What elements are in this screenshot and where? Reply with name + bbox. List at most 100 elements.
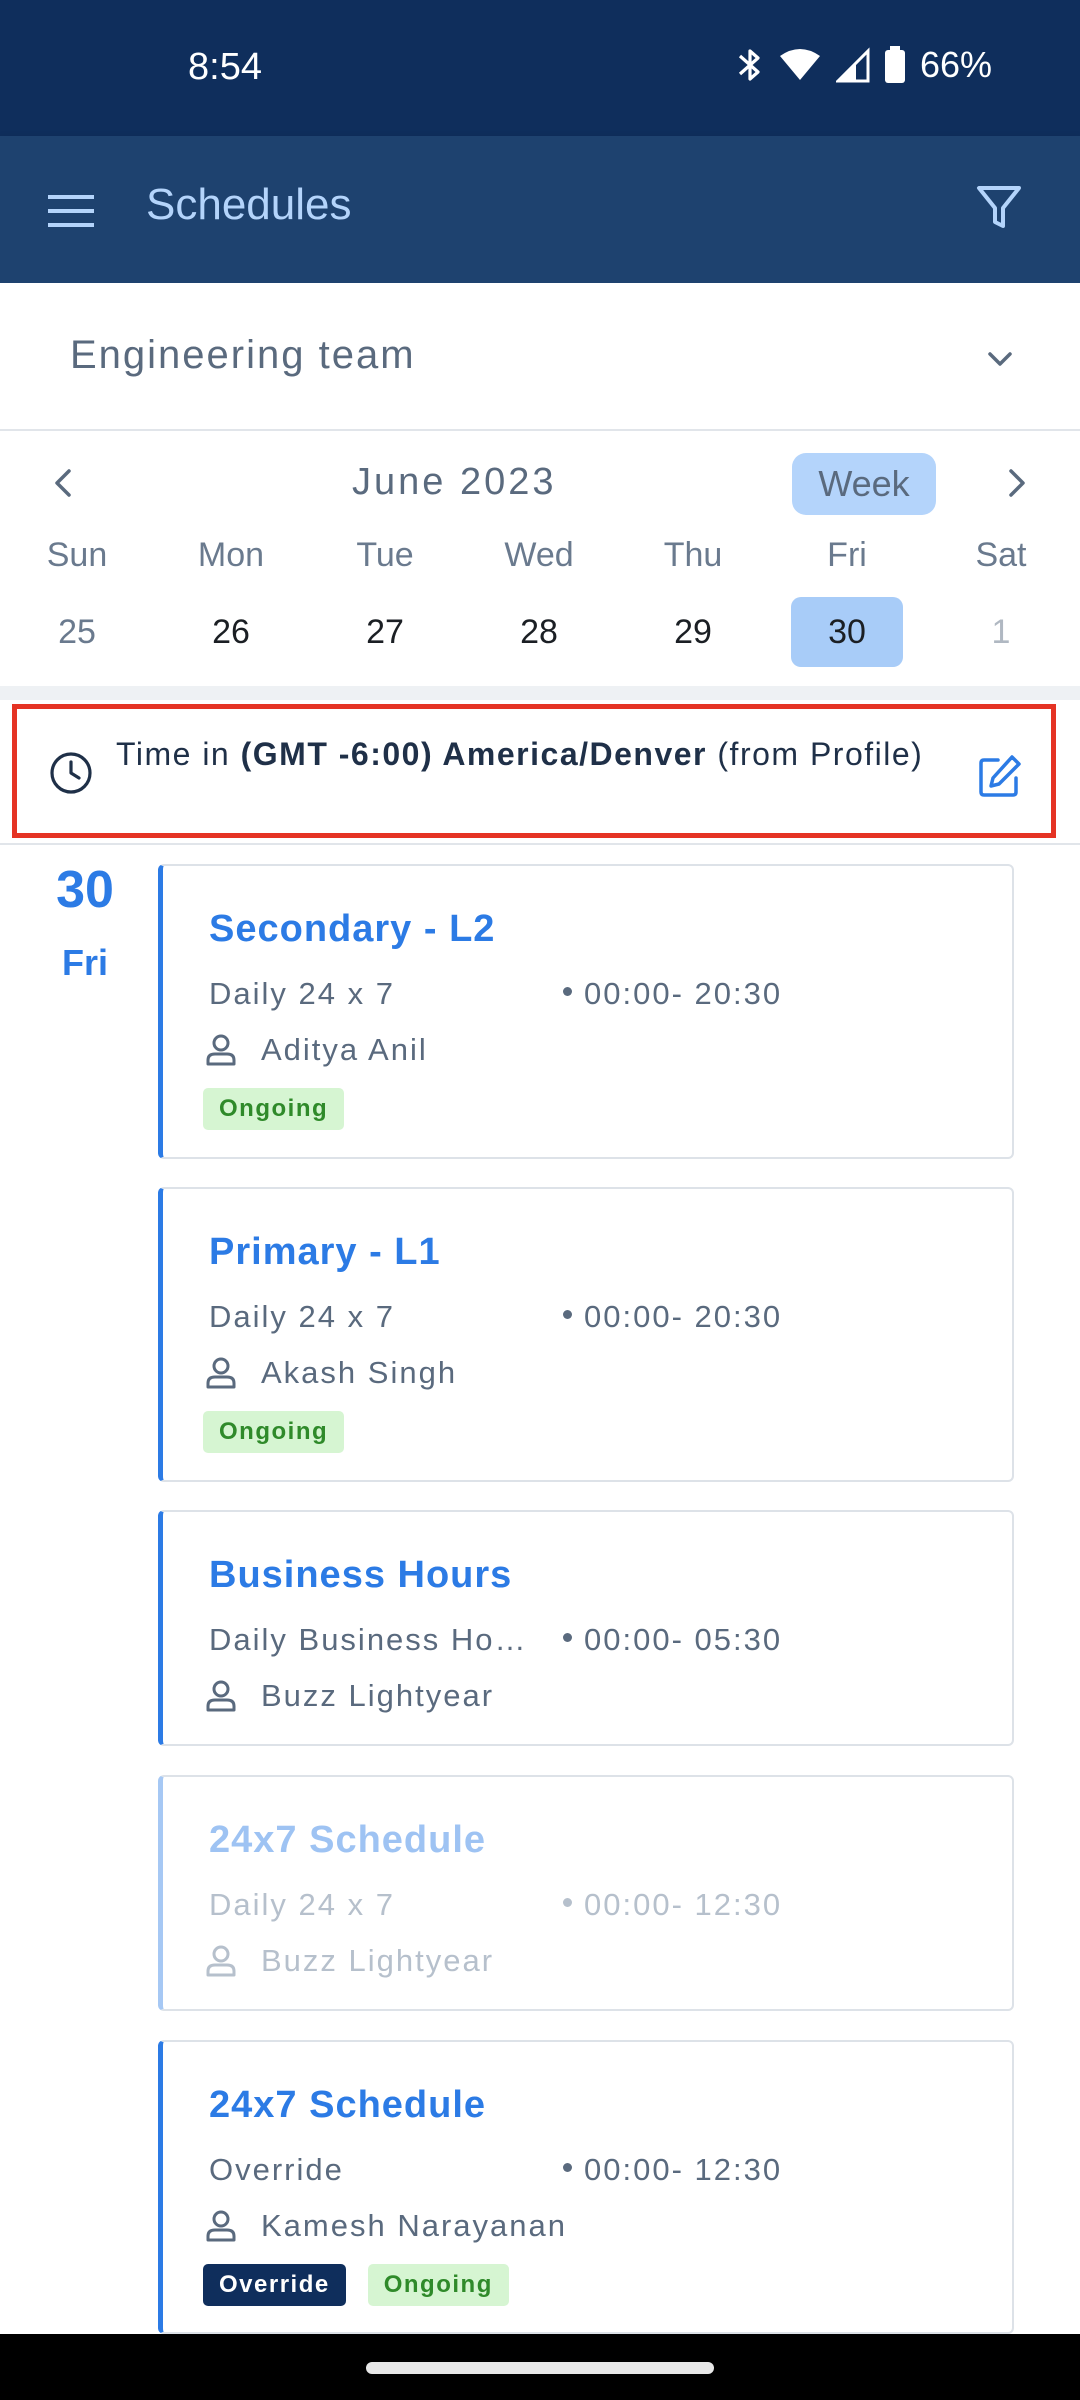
schedule-person-name: Aditya Anil: [261, 1032, 428, 1067]
weekday-mon: Mon: [197, 536, 265, 574]
schedule-badges: Ongoing: [203, 1088, 345, 1130]
schedule-type: Daily 24 x 7: [209, 1887, 395, 1922]
schedule-badges: Override Ongoing: [203, 2264, 509, 2306]
timezone-zone: (GMT -6:00) America/Denver: [240, 736, 707, 772]
schedule-type: Daily 24 x 7: [209, 1299, 395, 1334]
calendar-day-1[interactable]: 1: [945, 597, 1057, 667]
schedule-person-name: Akash Singh: [261, 1355, 458, 1390]
person-icon: [206, 1034, 236, 1066]
schedule-type: Override: [209, 2152, 344, 2187]
status-badge-ongoing: Ongoing: [203, 1088, 345, 1130]
menu-icon[interactable]: [46, 186, 96, 236]
schedule-type: Daily 24 x 7: [209, 976, 395, 1011]
timezone-suffix: (from Profile): [707, 736, 924, 772]
timezone-prefix: Time in: [116, 736, 241, 772]
system-navigation-bar: [0, 2334, 1080, 2400]
team-dropdown-value: Engineering team: [70, 333, 416, 377]
schedule-person-name: Buzz Lightyear: [261, 1943, 495, 1978]
schedule-title: 24x7 Schedule: [209, 2084, 487, 2126]
battery-icon: [884, 46, 905, 83]
schedule-title: Secondary - L2: [209, 908, 496, 950]
weekday-sun: Sun: [46, 536, 108, 574]
calendar-day-28[interactable]: 28: [483, 597, 595, 667]
schedule-time-text: 00:00- 12:30: [584, 2152, 783, 2187]
schedule-person-name: Buzz Lightyear: [261, 1678, 495, 1713]
schedule-card[interactable]: 24x7 Schedule Override 00:00- 12:30 Kame…: [158, 2040, 1014, 2334]
date-marker-day: Fri: [61, 942, 108, 983]
weekday-tue: Tue: [356, 536, 414, 574]
app-bar: Schedules: [0, 136, 1080, 283]
schedule-type: Daily Business Hours: [209, 1622, 539, 1657]
person-icon: [206, 1357, 236, 1389]
clock-icon: [50, 752, 92, 794]
bullet-dot: [563, 1633, 572, 1643]
schedule-title: 24x7 Schedule: [209, 1819, 487, 1861]
weekday-sat: Sat: [975, 536, 1027, 574]
calendar-day-29[interactable]: 29: [637, 597, 749, 667]
schedule-time: 00:00- 12:30: [563, 1887, 782, 1923]
team-dropdown[interactable]: Engineering team: [0, 283, 1080, 431]
schedule-card[interactable]: 24x7 Schedule Daily 24 x 7 00:00- 12:30 …: [158, 1775, 1014, 2011]
status-badge-ongoing: Ongoing: [367, 2264, 509, 2306]
status-badge-ongoing: Ongoing: [203, 1411, 345, 1453]
schedule-person: Buzz Lightyear: [203, 1678, 494, 1714]
week-days: 25 26 27 28 29 30 1: [0, 597, 1080, 667]
calendar-day-27[interactable]: 27: [329, 597, 441, 667]
schedule-person: Aditya Anil: [203, 1032, 428, 1068]
weekday-wed: Wed: [504, 536, 574, 574]
calendar-month: June 2023: [352, 461, 557, 503]
date-marker-number: 30: [56, 861, 114, 919]
calendar-day-30-selected[interactable]: 30: [791, 597, 903, 667]
person-icon: [206, 1680, 236, 1712]
chevron-left-icon[interactable]: [42, 461, 86, 505]
bullet-dot: [563, 2163, 572, 2173]
schedule-time: 00:00- 05:30: [563, 1622, 782, 1658]
bullet-dot: [563, 1898, 572, 1908]
schedule-time: 00:00- 12:30: [563, 2152, 782, 2188]
schedule-time-text: 00:00- 20:30: [584, 976, 783, 1011]
schedule-time-text: 00:00- 05:30: [584, 1622, 783, 1657]
divider: [0, 686, 1080, 700]
schedule-person: Buzz Lightyear: [203, 1943, 494, 1979]
bluetooth-icon: [738, 49, 760, 81]
edit-icon[interactable]: [976, 752, 1024, 800]
person-icon: [206, 2210, 236, 2242]
schedule-title: Primary - L1: [209, 1231, 441, 1273]
wifi-icon: [779, 49, 820, 80]
schedule-card[interactable]: Primary - L1 Daily 24 x 7 00:00- 20:30 A…: [158, 1187, 1014, 1482]
weekday-thu: Thu: [663, 536, 723, 574]
battery-percent: 66%: [919, 44, 992, 85]
status-badge-override: Override: [203, 2264, 346, 2306]
home-gesture-handle[interactable]: [366, 2362, 714, 2374]
weekday-fri: Fri: [827, 536, 867, 574]
schedule-time: 00:00- 20:30: [563, 976, 782, 1012]
timezone-banner: Time in (GMT -6:00) America/Denver (from…: [0, 700, 1080, 845]
timezone-text: Time in (GMT -6:00) America/Denver (from…: [116, 736, 936, 773]
weekday-header: Sun Mon Tue Wed Thu Fri Sat: [0, 536, 1080, 586]
chevron-down-icon: [988, 352, 1012, 366]
status-icons: 66%: [736, 44, 992, 86]
schedule-card[interactable]: Business Hours Daily Business Hours 00:0…: [158, 1510, 1014, 1746]
schedule-person: Akash Singh: [203, 1355, 457, 1391]
schedule-person: Kamesh Narayanan: [203, 2208, 567, 2244]
schedule-title: Business Hours: [209, 1554, 513, 1596]
schedule-card[interactable]: Secondary - L2 Daily 24 x 7 00:00- 20:30…: [158, 864, 1014, 1159]
schedule-person-name: Kamesh Narayanan: [261, 2208, 567, 2243]
chevron-right-icon[interactable]: [994, 461, 1038, 505]
bullet-dot: [563, 1310, 572, 1320]
schedule-time: 00:00- 20:30: [563, 1299, 782, 1335]
filter-icon[interactable]: [974, 182, 1024, 232]
schedule-time-text: 00:00- 12:30: [584, 1887, 783, 1922]
cell-signal-icon: [835, 47, 870, 83]
week-calendar: June 2023 Week Sun Mon Tue Wed Thu Fri S…: [0, 431, 1080, 686]
calendar-day-26[interactable]: 26: [175, 597, 287, 667]
schedule-time-text: 00:00- 20:30: [584, 1299, 783, 1334]
week-view-button[interactable]: Week: [792, 453, 936, 515]
status-time: 8:54: [188, 46, 262, 88]
status-bar: 8:54 66%: [0, 0, 1080, 136]
page-title: Schedules: [146, 180, 352, 229]
calendar-day-25[interactable]: 25: [21, 597, 133, 667]
person-icon: [206, 1945, 236, 1977]
bullet-dot: [563, 987, 572, 997]
date-marker: 30 Fri: [30, 860, 140, 984]
